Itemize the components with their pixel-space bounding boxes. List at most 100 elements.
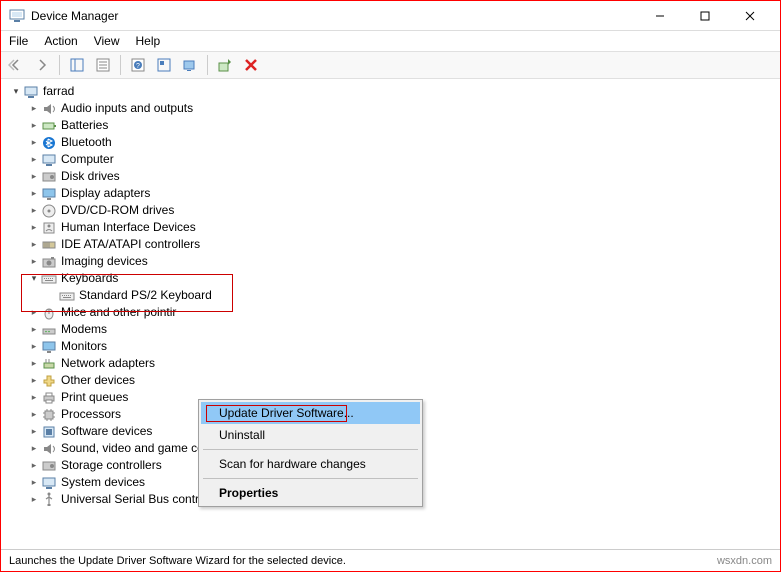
expand-icon[interactable]: ▸ [27, 372, 41, 389]
uninstall-button[interactable] [240, 54, 262, 76]
expand-icon[interactable]: ▸ [27, 389, 41, 406]
expand-icon[interactable]: ▾ [27, 270, 41, 287]
tree-item[interactable]: ▸ IDE ATA/ATAPI controllers [9, 236, 780, 253]
window-title: Device Manager [31, 9, 637, 23]
menu-view[interactable]: View [94, 34, 120, 48]
device-icon [41, 305, 57, 321]
ctx-uninstall[interactable]: Uninstall [201, 424, 420, 446]
tree-item-label: Other devices [61, 372, 135, 389]
device-icon [41, 458, 57, 474]
help-button[interactable]: ? [127, 54, 149, 76]
toolbar-btn-5[interactable] [153, 54, 175, 76]
expand-icon[interactable]: ▸ [27, 304, 41, 321]
device-icon [41, 475, 57, 491]
update-driver-button[interactable] [214, 54, 236, 76]
expand-icon[interactable]: ▸ [27, 151, 41, 168]
minimize-button[interactable] [637, 2, 682, 30]
expand-icon[interactable]: ▸ [27, 168, 41, 185]
tree-item-label: Storage controllers [61, 457, 162, 474]
device-icon [41, 441, 57, 457]
root-label: farrad [43, 83, 74, 100]
device-icon [41, 203, 57, 219]
tree-item[interactable]: ▸ Display adapters [9, 185, 780, 202]
menu-action[interactable]: Action [44, 34, 77, 48]
expand-icon[interactable]: ▸ [27, 406, 41, 423]
tree-item-label: Batteries [61, 117, 108, 134]
tree-item-label: Audio inputs and outputs [61, 100, 193, 117]
expand-icon[interactable]: ▸ [27, 440, 41, 457]
tree-item-label: Computer [61, 151, 114, 168]
expand-icon[interactable]: ▸ [27, 321, 41, 338]
device-icon [41, 424, 57, 440]
expand-icon[interactable]: ▸ [27, 457, 41, 474]
scan-hardware-button[interactable] [179, 54, 201, 76]
tree-item-label: Imaging devices [61, 253, 148, 270]
keyboard-icon [59, 288, 75, 304]
tree-item[interactable]: ▸ Mice and other pointir [9, 304, 780, 321]
expand-icon[interactable]: ▸ [27, 491, 41, 508]
tree-item[interactable]: ▸Modems [9, 321, 780, 338]
ctx-scan[interactable]: Scan for hardware changes [201, 453, 420, 475]
ctx-separator [203, 478, 418, 479]
menu-help[interactable]: Help [136, 34, 161, 48]
watermark: wsxdn.com [717, 555, 772, 567]
tree-item[interactable]: ▸ Audio inputs and outputs [9, 100, 780, 117]
tree-item[interactable]: ▸ Computer [9, 151, 780, 168]
tree-item-label: Human Interface Devices [61, 219, 196, 236]
expand-icon[interactable]: ▸ [27, 236, 41, 253]
forward-button[interactable] [31, 54, 53, 76]
expand-icon[interactable]: ▸ [27, 474, 41, 491]
device-icon [41, 373, 57, 389]
context-menu: Update Driver Software... Uninstall Scan… [198, 399, 423, 507]
tree-item[interactable]: ▸Disk drives [9, 168, 780, 185]
expand-icon[interactable]: ▸ [27, 423, 41, 440]
expand-icon[interactable]: ▸ [27, 253, 41, 270]
expand-icon[interactable]: ▸ [27, 117, 41, 134]
app-icon [9, 8, 25, 24]
device-icon [41, 271, 57, 287]
expand-icon[interactable]: ▸ [27, 338, 41, 355]
maximize-button[interactable] [682, 2, 727, 30]
device-icon [41, 254, 57, 270]
tree-item[interactable]: ▸ Human Interface Devices [9, 219, 780, 236]
tree-item-label: Mice and other pointir [61, 304, 176, 321]
ctx-separator [203, 449, 418, 450]
tree-item-label: Keyboards [61, 270, 118, 287]
properties-button[interactable] [92, 54, 114, 76]
tree-item[interactable]: ▸ Batteries [9, 117, 780, 134]
expand-icon[interactable]: ▸ [27, 185, 41, 202]
tree-item[interactable]: ▸ DVD/CD-ROM drives [9, 202, 780, 219]
tree-item[interactable]: ▸ Imaging devices [9, 253, 780, 270]
tree-item[interactable]: ▸Network adapters [9, 355, 780, 372]
tree-item-label: IDE ATA/ATAPI controllers [61, 236, 200, 253]
expand-icon[interactable]: ▸ [27, 100, 41, 117]
tree-item[interactable]: ▸ Monitors [9, 338, 780, 355]
menu-file[interactable]: File [9, 34, 28, 48]
tree-item-label: DVD/CD-ROM drives [61, 202, 174, 219]
device-icon [41, 407, 57, 423]
root-node[interactable]: ▾ farrad [9, 83, 780, 100]
tree-item-label: System devices [61, 474, 145, 491]
expand-icon[interactable]: ▸ [27, 355, 41, 372]
ctx-properties[interactable]: Properties [201, 482, 420, 504]
device-icon [41, 101, 57, 117]
svg-text:?: ? [136, 63, 140, 70]
tree-item-label: Monitors [61, 338, 107, 355]
tree-item-label: Software devices [61, 423, 152, 440]
tree-item[interactable]: ▾ Keyboards [9, 270, 780, 287]
tree-item-child[interactable]: Standard PS/2 Keyboard [9, 287, 780, 304]
expand-icon[interactable]: ▸ [27, 202, 41, 219]
show-hide-tree-button[interactable] [66, 54, 88, 76]
device-tree[interactable]: ▾ farrad ▸ Audio inputs and outputs ▸ Batte… [1, 79, 780, 543]
expand-icon[interactable]: ▸ [27, 134, 41, 151]
back-button[interactable] [5, 54, 27, 76]
tree-item[interactable]: ▸ Other devices [9, 372, 780, 389]
statusbar: Launches the Update Driver Software Wiza… [1, 549, 780, 571]
expand-icon[interactable]: ▾ [9, 83, 23, 100]
ctx-update-driver[interactable]: Update Driver Software... [201, 402, 420, 424]
expand-icon[interactable]: ▸ [27, 219, 41, 236]
close-button[interactable] [727, 2, 772, 30]
device-icon [41, 152, 57, 168]
tree-item[interactable]: ▸Bluetooth [9, 134, 780, 151]
tree-item-label: Display adapters [61, 185, 150, 202]
